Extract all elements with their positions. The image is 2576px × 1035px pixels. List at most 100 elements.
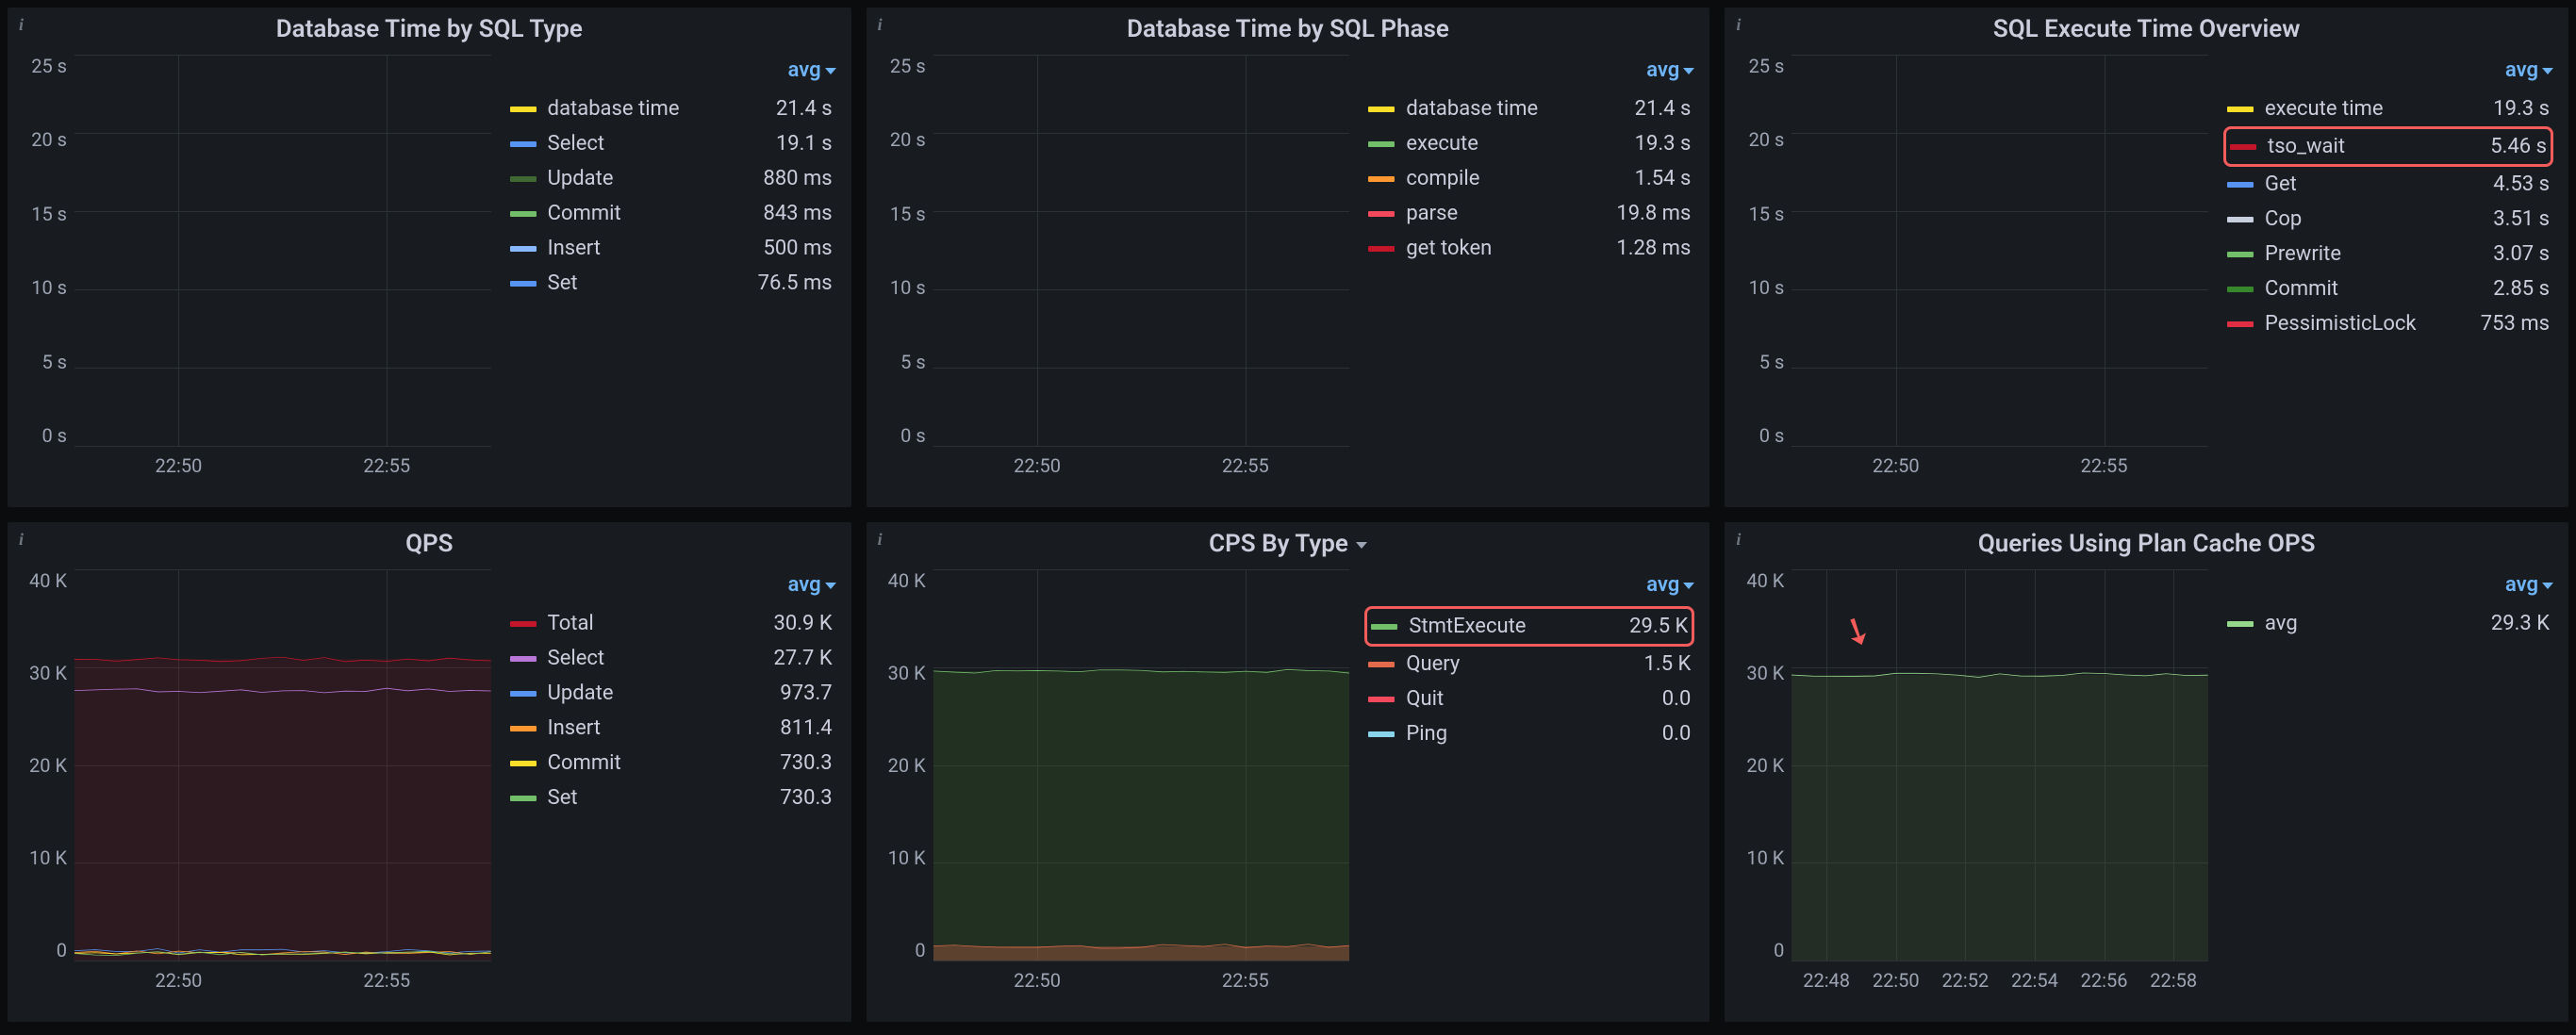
- legend-item[interactable]: Update880 ms: [506, 161, 836, 196]
- x-tick: 22:50: [1014, 969, 1061, 999]
- y-tick: 10 K: [1746, 846, 1784, 869]
- legend-item[interactable]: compile1.54 s: [1364, 161, 1694, 196]
- legend-name: Select: [548, 647, 759, 670]
- chevron-down-icon: [825, 583, 836, 589]
- plot-area[interactable]: [74, 55, 491, 447]
- legend-swatch: [1368, 697, 1395, 702]
- x-tick: 22:48: [1803, 969, 1850, 999]
- legend-swatch: [2227, 217, 2254, 222]
- legend-name: Cop: [2265, 207, 2478, 231]
- legend-item[interactable]: Cop 3.51 s: [2223, 202, 2553, 237]
- chart-plot[interactable]: 40 K30 K20 K10 K0➘22:4822:5022:5222:5422…: [1740, 569, 2208, 999]
- legend-item[interactable]: Query1.5 K: [1364, 647, 1694, 682]
- info-icon[interactable]: i: [19, 15, 24, 35]
- aggregation-selector[interactable]: avg: [506, 58, 836, 82]
- y-tick: 25 s: [1749, 55, 1785, 77]
- legend-item[interactable]: Get4.53 s: [2223, 167, 2553, 202]
- aggregation-selector[interactable]: avg: [1364, 573, 1694, 597]
- legend-item[interactable]: Set76.5 ms: [506, 266, 836, 301]
- legend-item[interactable]: execute time19.3 s: [2223, 91, 2553, 126]
- legend-item[interactable]: Select27.7 K: [506, 641, 836, 676]
- plot-area[interactable]: [74, 569, 491, 961]
- legend-value: 29.3 K: [2491, 612, 2550, 635]
- chart-plot[interactable]: 40 K30 K20 K10 K022:5022:55: [23, 569, 491, 999]
- legend-item[interactable]: StmtExecute29.5 K: [1364, 606, 1694, 647]
- plot-area[interactable]: [1792, 55, 2208, 447]
- legend-item[interactable]: Commit2.85 s: [2223, 271, 2553, 306]
- legend-item[interactable]: Insert500 ms: [506, 231, 836, 266]
- legend-name: Select: [548, 132, 761, 156]
- aggregation-selector[interactable]: avg: [1364, 58, 1694, 82]
- legend-item[interactable]: Select19.1 s: [506, 126, 836, 161]
- x-tick: 22:55: [2081, 454, 2128, 485]
- legend-value: 811.4: [780, 716, 832, 740]
- legend-item[interactable]: database time21.4 s: [506, 91, 836, 126]
- legend-item[interactable]: Update973.7: [506, 676, 836, 711]
- legend-item[interactable]: get token1.28 ms: [1364, 231, 1694, 266]
- legend-swatch: [2227, 621, 2254, 627]
- y-axis: 25 s20 s15 s10 s5 s0 s: [1740, 55, 1792, 485]
- y-axis: 40 K30 K20 K10 K0: [882, 569, 933, 999]
- legend-swatch: [1368, 176, 1395, 182]
- legend-swatch: [510, 761, 537, 766]
- legend: avg Total30.9 KSelect27.7 KUpdate973.7Ins…: [506, 569, 836, 999]
- plot-area[interactable]: [933, 569, 1350, 961]
- legend-item[interactable]: Commit730.3: [506, 746, 836, 780]
- y-tick: 5 s: [41, 351, 67, 373]
- panel-title[interactable]: SQL Execute Time Overview: [1740, 15, 2553, 43]
- legend-item[interactable]: Ping0.0: [1364, 716, 1694, 751]
- legend-name: Total: [548, 612, 759, 635]
- panel-title[interactable]: QPS: [23, 530, 836, 558]
- legend-value: 4.53 s: [2493, 172, 2550, 196]
- panel-title[interactable]: Database Time by SQL Phase: [882, 15, 1695, 43]
- panel-title[interactable]: CPS By Type: [882, 530, 1695, 558]
- legend-item[interactable]: Prewrite3.07 s: [2223, 237, 2553, 271]
- panel-title[interactable]: Queries Using Plan Cache OPS: [1740, 530, 2553, 558]
- legend-item[interactable]: execute19.3 s: [1364, 126, 1694, 161]
- legend-item[interactable]: tso_wait5.46 s: [2223, 126, 2553, 167]
- chart-plot[interactable]: 25 s20 s15 s10 s5 s0 s22:5022:55: [882, 55, 1350, 485]
- legend-swatch: [1368, 141, 1395, 147]
- chart-plot[interactable]: 40 K30 K20 K10 K022:5022:55: [882, 569, 1350, 999]
- legend-value: 21.4 s: [1635, 97, 1692, 121]
- legend-swatch: [2227, 252, 2254, 257]
- chevron-down-icon: [825, 68, 836, 74]
- legend-item[interactable]: Total30.9 K: [506, 606, 836, 641]
- chart-plot[interactable]: 25 s20 s15 s10 s5 s0 s22:5022:55: [1740, 55, 2208, 485]
- legend-item[interactable]: avg29.3 K: [2223, 606, 2553, 641]
- legend-item[interactable]: database time21.4 s: [1364, 91, 1694, 126]
- panel-title[interactable]: Database Time by SQL Type: [23, 15, 836, 43]
- info-icon[interactable]: i: [1736, 530, 1741, 550]
- y-axis: 40 K30 K20 K10 K0: [23, 569, 74, 999]
- legend-item[interactable]: Commit843 ms: [506, 196, 836, 231]
- legend-value: 500 ms: [763, 237, 832, 260]
- y-tick: 30 K: [29, 662, 67, 684]
- aggregation-selector[interactable]: avg: [2223, 58, 2553, 82]
- aggregation-selector[interactable]: avg: [506, 573, 836, 597]
- info-icon[interactable]: i: [19, 530, 24, 550]
- info-icon[interactable]: i: [1736, 15, 1741, 35]
- y-tick: 40 K: [888, 569, 926, 592]
- aggregation-selector[interactable]: avg: [2223, 573, 2553, 597]
- chevron-down-icon: [1683, 68, 1694, 74]
- plot-area[interactable]: [933, 55, 1350, 447]
- legend-item[interactable]: Quit0.0: [1364, 682, 1694, 716]
- legend-item[interactable]: Insert811.4: [506, 711, 836, 746]
- legend-item[interactable]: PessimisticLock753 ms: [2223, 306, 2553, 341]
- y-tick: 15 s: [890, 203, 926, 225]
- info-icon[interactable]: i: [878, 530, 883, 550]
- legend-swatch: [510, 107, 537, 112]
- x-tick: 22:50: [156, 969, 203, 999]
- plot-area[interactable]: ➘: [1792, 569, 2208, 961]
- x-tick: 22:55: [1222, 454, 1269, 485]
- info-icon[interactable]: i: [878, 15, 883, 35]
- legend-value: 1.5 K: [1644, 652, 1692, 676]
- y-tick: 15 s: [1749, 203, 1785, 225]
- legend-name: PessimisticLock: [2265, 312, 2466, 336]
- legend-value: 3.51 s: [2493, 207, 2550, 231]
- legend-item[interactable]: parse19.8 ms: [1364, 196, 1694, 231]
- legend-value: 21.4 s: [776, 97, 833, 121]
- legend-item[interactable]: Set730.3: [506, 780, 836, 815]
- chevron-down-icon: [2542, 68, 2553, 74]
- chart-plot[interactable]: 25 s20 s15 s10 s5 s0 s22:5022:55: [23, 55, 491, 485]
